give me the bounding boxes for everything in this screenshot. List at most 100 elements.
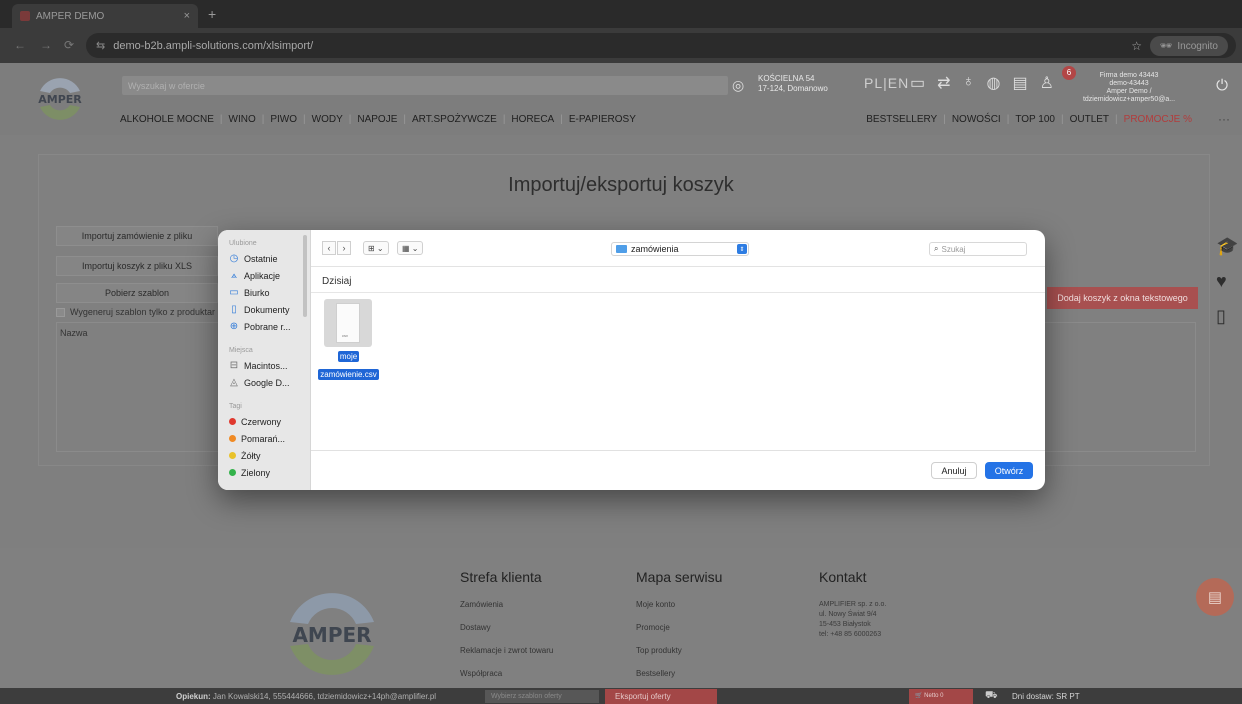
- delivery-days: Dni dostaw: SR PT: [1012, 692, 1080, 701]
- sidebar-scrollbar[interactable]: [303, 235, 307, 317]
- document-list-icon[interactable]: ▤: [1013, 73, 1028, 93]
- language-switch[interactable]: PL|EN: [864, 75, 909, 91]
- sidebar-item-aplikacje[interactable]: ⟑ Aplikacje: [218, 267, 310, 284]
- menu-separator: |: [502, 114, 506, 125]
- import-cart-xls-button[interactable]: Importuj koszyk z pliku XLS: [56, 256, 218, 276]
- menu-item-e-papierosy[interactable]: E-PAPIEROSY: [569, 114, 636, 125]
- import-order-button[interactable]: Importuj zamówienie z pliku: [56, 226, 218, 246]
- download-template-button[interactable]: Pobierz szablon: [56, 283, 218, 303]
- sidebar-tag-zolty[interactable]: Żółty: [218, 447, 310, 464]
- bottle-icon[interactable]: ♁: [963, 73, 975, 93]
- contact-phone: tel: +48 85 6000263: [819, 631, 882, 638]
- sidebar-item-label: Pobrane r...: [244, 321, 291, 332]
- template-checkbox-row[interactable]: Wygeneruj szablon tylko z produktar: [56, 307, 215, 317]
- heart-icon[interactable]: ♥: [1216, 271, 1238, 292]
- tab-close-icon[interactable]: ×: [184, 10, 190, 22]
- sidebar-item-ostatnie[interactable]: ◷ Ostatnie: [218, 250, 310, 267]
- section-divider: [311, 292, 1045, 293]
- sidebar-item-google-drive[interactable]: ◬ Google D...: [218, 374, 310, 391]
- export-offers-button[interactable]: Eksportuj oferty: [605, 689, 717, 704]
- footer-divider: [311, 450, 1045, 451]
- footer-col3-title: Kontakt: [819, 569, 867, 585]
- forward-chevron-icon[interactable]: ›: [337, 241, 351, 255]
- search-input[interactable]: Wyszukaj w ofercie: [122, 76, 728, 95]
- menu-item-promocje[interactable]: PROMOCJE %: [1124, 114, 1192, 125]
- site-settings-icon[interactable]: ⇆: [96, 39, 105, 52]
- footer-link-bestsellery[interactable]: Bestsellery: [636, 669, 722, 678]
- forward-icon[interactable]: →: [40, 38, 52, 52]
- open-button[interactable]: Otwórz: [985, 462, 1033, 479]
- book-icon[interactable]: ▭: [910, 73, 925, 93]
- footer-link-wspolpraca[interactable]: Współpraca: [460, 669, 553, 678]
- sidebar-item-dokumenty[interactable]: ▯ Dokumenty: [218, 301, 310, 318]
- footer-link-zamowienia[interactable]: Zamówienia: [460, 600, 553, 609]
- menu-item-alkohole[interactable]: ALKOHOLE MOCNE: [120, 114, 214, 125]
- list-grid-icon: ▦ ⌄: [402, 243, 419, 253]
- reload-icon[interactable]: ⟳: [64, 38, 74, 52]
- new-tab-icon[interactable]: +: [208, 6, 216, 22]
- delivery-address[interactable]: KOŚCIELNA 54 17-124, Domanowo: [758, 74, 828, 94]
- sidebar-item-label: Zielony: [241, 467, 271, 478]
- menu-item-bestsellery[interactable]: BESTSELLERY: [866, 114, 937, 125]
- tag-orange-dot: [229, 435, 236, 442]
- offer-template-select[interactable]: Wybierz szablon oferty: [485, 690, 599, 703]
- menu-item-horeca[interactable]: HORECA: [511, 114, 554, 125]
- sidebar-tag-pomaranczowy[interactable]: Pomarań...: [218, 430, 310, 447]
- sidebar-tag-zielony[interactable]: Zielony: [218, 464, 310, 481]
- incognito-label: Incognito: [1177, 40, 1218, 52]
- sidebar-item-label: Google D...: [244, 377, 290, 388]
- bookmark-star-icon[interactable]: ☆: [1131, 39, 1142, 53]
- sidebar-item-pobrane[interactable]: ⊕ Pobrane r...: [218, 318, 310, 335]
- footer-client-zone: Strefa klienta Zamówienia Dostawy Reklam…: [460, 569, 553, 692]
- swap-icon[interactable]: ⇄: [937, 73, 950, 93]
- location-popup[interactable]: zamówienia ⇕: [611, 242, 749, 256]
- truck-icon: ⛟: [985, 690, 998, 701]
- template-checkbox[interactable]: [56, 307, 65, 317]
- footer-link-promocje[interactable]: Promocje: [636, 623, 722, 632]
- phone-icon[interactable]: ▯: [1216, 306, 1238, 327]
- graduation-cap-icon[interactable]: 🎓: [1216, 236, 1238, 257]
- footer-link-moje-konto[interactable]: Moje konto: [636, 600, 722, 609]
- csv-file-thumbnail[interactable]: csv: [324, 299, 372, 347]
- chat-bubble-icon[interactable]: ◍: [987, 73, 1001, 93]
- incognito-badge[interactable]: 🕶 Incognito: [1149, 36, 1228, 56]
- amper-logo[interactable]: AMPER: [30, 71, 90, 127]
- contact-company: AMPLIFIER sp. z o.o.: [819, 601, 887, 608]
- address-line-1: KOŚCIELNA 54: [758, 74, 815, 83]
- cart-button[interactable]: 🛒 Netto 0: [909, 689, 973, 704]
- menu-item-napoje[interactable]: NAPOJE: [357, 114, 397, 125]
- menu-item-top100[interactable]: TOP 100: [1015, 114, 1055, 125]
- icon-view-button[interactable]: ⊞ ⌄: [363, 241, 389, 255]
- sidebar-tag-czerwony[interactable]: Czerwony: [218, 413, 310, 430]
- footer-link-top-produkty[interactable]: Top produkty: [636, 646, 722, 655]
- location-pin-icon[interactable]: ◎: [732, 77, 744, 94]
- menu-item-outlet[interactable]: OUTLET: [1070, 114, 1109, 125]
- menu-item-art-spozywcze[interactable]: ART.SPOŻYWCZE: [412, 114, 497, 125]
- user-icon[interactable]: ♙: [1040, 73, 1054, 93]
- menu-item-nowosci[interactable]: NOWOŚCI: [952, 114, 1001, 125]
- url-field[interactable]: ⇆ demo-b2b.ampli-solutions.com/xlsimport…: [86, 33, 1236, 58]
- menu-item-piwo[interactable]: PIWO: [270, 114, 297, 125]
- browser-tab[interactable]: AMPER DEMO ×: [12, 4, 198, 28]
- account-manager: Opiekun: Jan Kowalski14, 555444666, tdzi…: [176, 692, 436, 701]
- footer-link-dostawy[interactable]: Dostawy: [460, 623, 553, 632]
- chat-widget-icon[interactable]: ▤: [1196, 578, 1234, 616]
- dialog-search-input[interactable]: ⌕ Szukaj: [929, 242, 1027, 256]
- logout-icon[interactable]: ⏻: [1216, 77, 1228, 94]
- footer-link-reklamacje[interactable]: Reklamacje i zwrot towaru: [460, 646, 553, 655]
- svg-text:AMPER: AMPER: [292, 623, 371, 647]
- selected-file-name[interactable]: moje zamówienie.csv: [317, 346, 380, 382]
- add-cart-from-text-button[interactable]: Dodaj koszyk z okna tekstowego: [1047, 287, 1198, 309]
- cancel-button[interactable]: Anuluj: [931, 462, 977, 479]
- sidebar-item-biurko[interactable]: ▭ Biurko: [218, 284, 310, 301]
- header-icons: ▭ ⇄ ♁ ◍ ▤ ♙: [910, 73, 1054, 93]
- account-info[interactable]: Firma demo 43443 demo-43443 Amper Demo /…: [1064, 72, 1194, 104]
- menu-item-wody[interactable]: WODY: [312, 114, 343, 125]
- menu-separator: |: [303, 114, 306, 125]
- group-view-button[interactable]: ▦ ⌄: [397, 241, 424, 255]
- sidebar-item-macintosh[interactable]: ⊟ Macintos...: [218, 357, 310, 374]
- more-menu-icon[interactable]: ···: [1218, 112, 1230, 126]
- back-icon[interactable]: ←: [14, 38, 26, 52]
- back-chevron-icon[interactable]: ‹: [322, 241, 336, 255]
- menu-item-wino[interactable]: WINO: [229, 114, 256, 125]
